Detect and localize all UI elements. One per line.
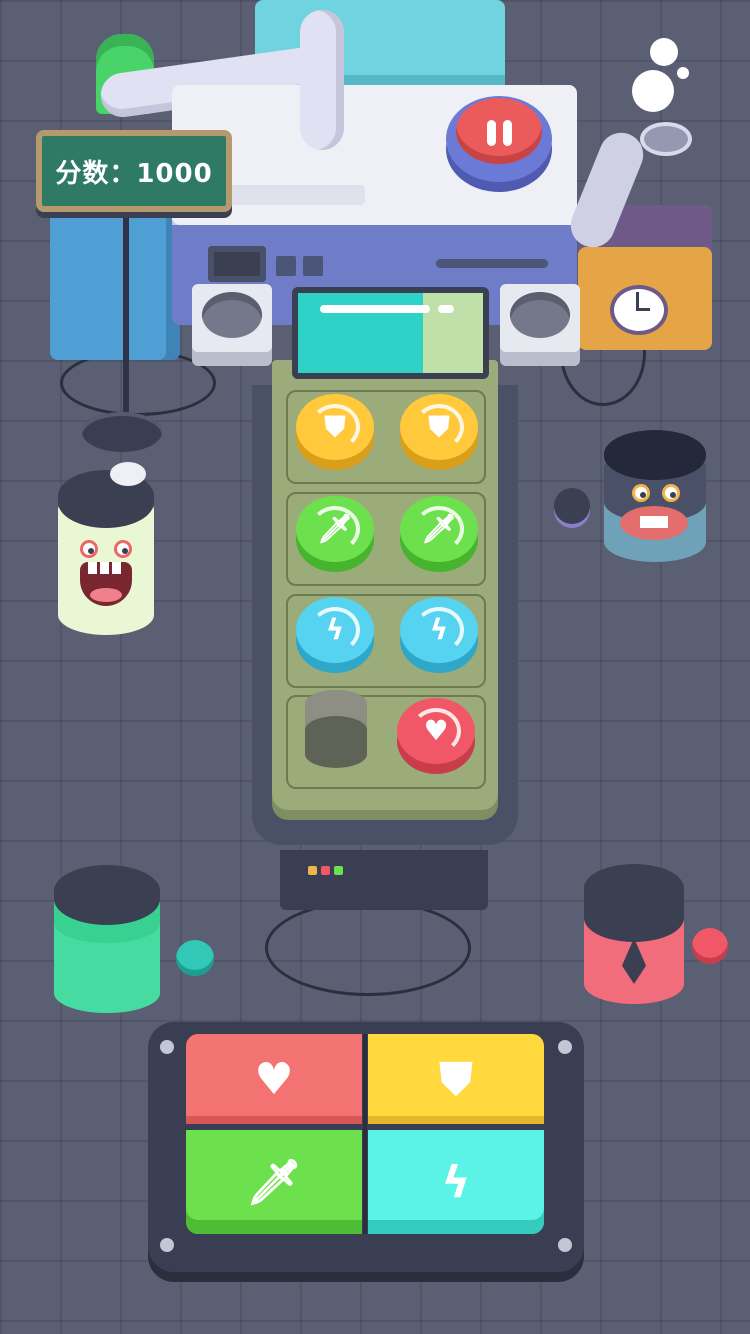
pipe	[300, 10, 344, 150]
token-face: ⛊	[296, 394, 374, 460]
status-led	[334, 866, 343, 875]
smoke-puff	[650, 38, 678, 66]
tooth	[100, 562, 109, 574]
lightning-icon: ϟ	[441, 1156, 471, 1208]
token-shield[interactable]: ⛊	[400, 394, 478, 472]
shield-icon: ⛊	[439, 1053, 473, 1105]
character-lips-mouth	[620, 506, 688, 540]
machine-indicator	[276, 256, 296, 276]
smoke-puff	[677, 67, 689, 79]
status-led	[321, 866, 330, 875]
conveyor-highlight	[320, 305, 430, 313]
pause-button-cap[interactable]	[456, 98, 542, 164]
tooth	[112, 562, 121, 574]
screw	[160, 1238, 174, 1252]
sign-pole	[123, 200, 129, 425]
shield-icon: ⛊	[428, 410, 450, 443]
character-hair	[604, 430, 706, 480]
screw	[160, 1040, 174, 1054]
token-face: ♥	[397, 698, 475, 764]
token-sword[interactable]: 🗡	[400, 496, 478, 574]
machine-indicator	[303, 256, 323, 276]
sword-icon: 🗡	[246, 1157, 302, 1208]
sword-icon: 🗡	[421, 512, 457, 545]
token-face: 🗡	[400, 496, 478, 562]
character-tongue	[90, 588, 122, 602]
lightning-icon: ϟ	[429, 613, 449, 646]
roller-right	[500, 284, 580, 352]
token-face: ϟ	[400, 597, 478, 663]
sign-base	[82, 412, 162, 452]
eye-icon	[662, 484, 680, 502]
conveyor-belt	[292, 287, 489, 379]
character-hair	[54, 865, 160, 925]
roller-hole	[510, 292, 570, 338]
machine-slot	[436, 259, 548, 268]
character-frankenstein[interactable]	[58, 470, 154, 635]
score-sign: 分数：1000	[36, 130, 232, 212]
orb-white	[110, 462, 146, 486]
machine-display	[208, 246, 266, 282]
cable	[265, 900, 471, 996]
controller-shield-button[interactable]: ⛊	[368, 1034, 544, 1124]
token-lightning[interactable]: ϟ	[400, 597, 478, 675]
token-face: ϟ	[296, 597, 374, 663]
pause-button[interactable]	[446, 96, 552, 182]
score-text: 分数：1000	[55, 158, 213, 189]
token-lightning[interactable]: ϟ	[296, 597, 374, 675]
machine-vent	[225, 185, 365, 205]
shield-icon: ⛊	[324, 410, 346, 443]
sword-icon: 🗡	[317, 512, 353, 545]
machine-base	[280, 850, 488, 910]
roller-hole	[202, 292, 262, 338]
smoke-puff	[632, 70, 674, 112]
eye-icon	[80, 540, 98, 558]
roller-left	[192, 284, 272, 352]
controller-divider	[363, 1034, 367, 1234]
character-hair	[584, 864, 684, 942]
eye-icon	[114, 540, 132, 558]
clock-hand	[636, 308, 650, 311]
controller-sword-button[interactable]: 🗡	[186, 1130, 362, 1234]
token-heart[interactable]: ♥	[397, 698, 475, 776]
pause-icon	[487, 120, 496, 146]
teeth	[640, 516, 668, 528]
token-sword[interactable]: 🗡	[296, 496, 374, 574]
orb-teal	[176, 940, 214, 976]
conveyor-highlight	[438, 305, 454, 313]
orb-pink	[692, 928, 728, 964]
status-led	[308, 866, 317, 875]
orb-dark	[554, 488, 590, 524]
eye-icon	[632, 484, 650, 502]
controller-heart-button[interactable]: ♥	[186, 1034, 362, 1124]
character-green-cylinder[interactable]	[54, 865, 160, 1013]
token-face: ⛊	[400, 394, 478, 460]
token-face: 🗡	[296, 496, 374, 562]
lightning-icon: ϟ	[325, 613, 345, 646]
tooth	[88, 562, 97, 574]
screw	[558, 1238, 572, 1252]
controller-lightning-button[interactable]: ϟ	[368, 1130, 544, 1234]
empty-slot-cylinder	[305, 690, 367, 768]
character-lips[interactable]	[604, 430, 706, 562]
screw	[558, 1040, 572, 1054]
character-red-cylinder[interactable]	[584, 864, 684, 1004]
heart-icon: ♥	[423, 714, 449, 747]
token-shield[interactable]: ⛊	[296, 394, 374, 472]
exhaust-pipe-opening	[640, 122, 692, 156]
heart-icon: ♥	[254, 1053, 294, 1105]
conveyor-shade	[423, 293, 483, 373]
pause-icon	[503, 120, 512, 146]
